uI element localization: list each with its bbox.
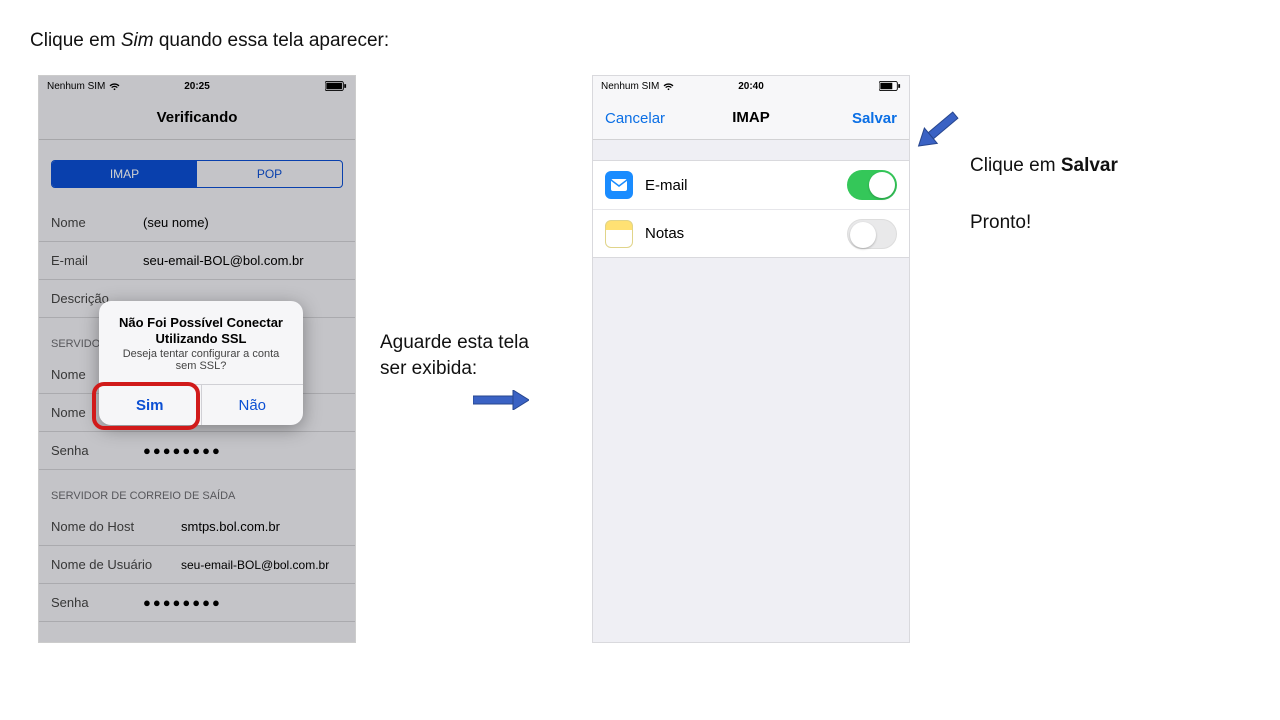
- field-email[interactable]: E-mail seu-email-BOL@bol.com.br: [39, 242, 355, 280]
- segmented-pop[interactable]: POP: [197, 161, 342, 187]
- field-senha-out[interactable]: Senha ●●●●●●●●: [39, 584, 355, 622]
- account-apps-list: E-mail Notas: [593, 160, 909, 258]
- switch-mail[interactable]: [847, 170, 897, 200]
- field-host-out[interactable]: Nome do Host smtps.bol.com.br: [39, 508, 355, 546]
- list-row-mail: E-mail: [593, 161, 909, 209]
- field-email-label: E-mail: [51, 253, 143, 268]
- field-senha-in-value: ●●●●●●●●: [143, 443, 222, 458]
- instruction-top-prefix: Clique em: [30, 30, 121, 51]
- clock: 20:25: [39, 81, 355, 92]
- status-bar: Nenhum SIM 20:25: [39, 76, 355, 96]
- phone-verificando: Nenhum SIM 20:25 Verificando IMAP POP No…: [38, 75, 356, 643]
- phone-imap-save: Nenhum SIM 20:40 Cancelar IMAP Salvar E-…: [592, 75, 910, 643]
- protocol-segmented: IMAP POP: [39, 140, 355, 204]
- field-senha-out-value: ●●●●●●●●: [143, 595, 222, 610]
- section-outgoing: SERVIDOR DE CORREIO DE SAÍDA: [39, 470, 355, 508]
- field-nome[interactable]: Nome (seu nome): [39, 204, 355, 242]
- nav-title: Verificando: [157, 109, 238, 126]
- field-host-out-value: smtps.bol.com.br: [181, 519, 280, 534]
- nav-save-button[interactable]: Salvar: [840, 96, 909, 140]
- instruction-top: Clique em Sim quando essa tela aparecer:: [30, 30, 389, 52]
- ssl-error-dialog: Não Foi Possível Conectar Utilizando SSL…: [99, 301, 303, 425]
- mail-app-icon: [605, 171, 633, 199]
- instruction-right-save: Clique em Salvar: [970, 155, 1118, 177]
- field-user-out-value: seu-email-BOL@bol.com.br: [181, 558, 329, 572]
- dialog-message: Deseja tentar configurar a conta sem SSL…: [99, 348, 303, 384]
- field-nome-value: (seu nome): [143, 215, 209, 230]
- instruction-top-italic: Sim: [121, 30, 154, 51]
- field-senha-in[interactable]: Senha ●●●●●●●●: [39, 432, 355, 470]
- list-row-notes: Notas: [593, 209, 909, 257]
- field-nome-label: Nome: [51, 215, 143, 230]
- notes-app-icon: [605, 220, 633, 248]
- field-host-out-label: Nome do Host: [51, 519, 181, 534]
- dialog-title: Não Foi Possível Conectar Utilizando SSL: [99, 301, 303, 348]
- list-row-notes-label: Notas: [645, 225, 835, 242]
- nav-cancel-button[interactable]: Cancelar: [593, 96, 677, 140]
- arrow-right-icon: [473, 390, 529, 410]
- instruction-top-suffix: quando essa tela aparecer:: [154, 30, 390, 51]
- dialog-yes-button[interactable]: Sim: [99, 385, 201, 425]
- switch-notes[interactable]: [847, 219, 897, 249]
- instruction-middle: Aguarde esta tela ser exibida:: [380, 330, 590, 381]
- field-senha-in-label: Senha: [51, 443, 143, 458]
- nav-bar: Cancelar IMAP Salvar: [593, 96, 909, 140]
- status-bar: Nenhum SIM 20:40: [593, 76, 909, 96]
- field-user-out[interactable]: Nome de Usuário seu-email-BOL@bol.com.br: [39, 546, 355, 584]
- arrow-diag-icon: [912, 100, 968, 156]
- nav-title: IMAP: [732, 109, 770, 126]
- segmented-imap[interactable]: IMAP: [52, 161, 197, 187]
- list-row-mail-label: E-mail: [645, 177, 835, 194]
- field-user-out-label: Nome de Usuário: [51, 557, 181, 572]
- dialog-no-button[interactable]: Não: [201, 385, 304, 425]
- field-email-value: seu-email-BOL@bol.com.br: [143, 253, 304, 268]
- nav-bar: Verificando: [39, 96, 355, 140]
- instruction-right-done: Pronto!: [970, 212, 1031, 234]
- field-senha-out-label: Senha: [51, 595, 143, 610]
- clock: 20:40: [593, 81, 909, 92]
